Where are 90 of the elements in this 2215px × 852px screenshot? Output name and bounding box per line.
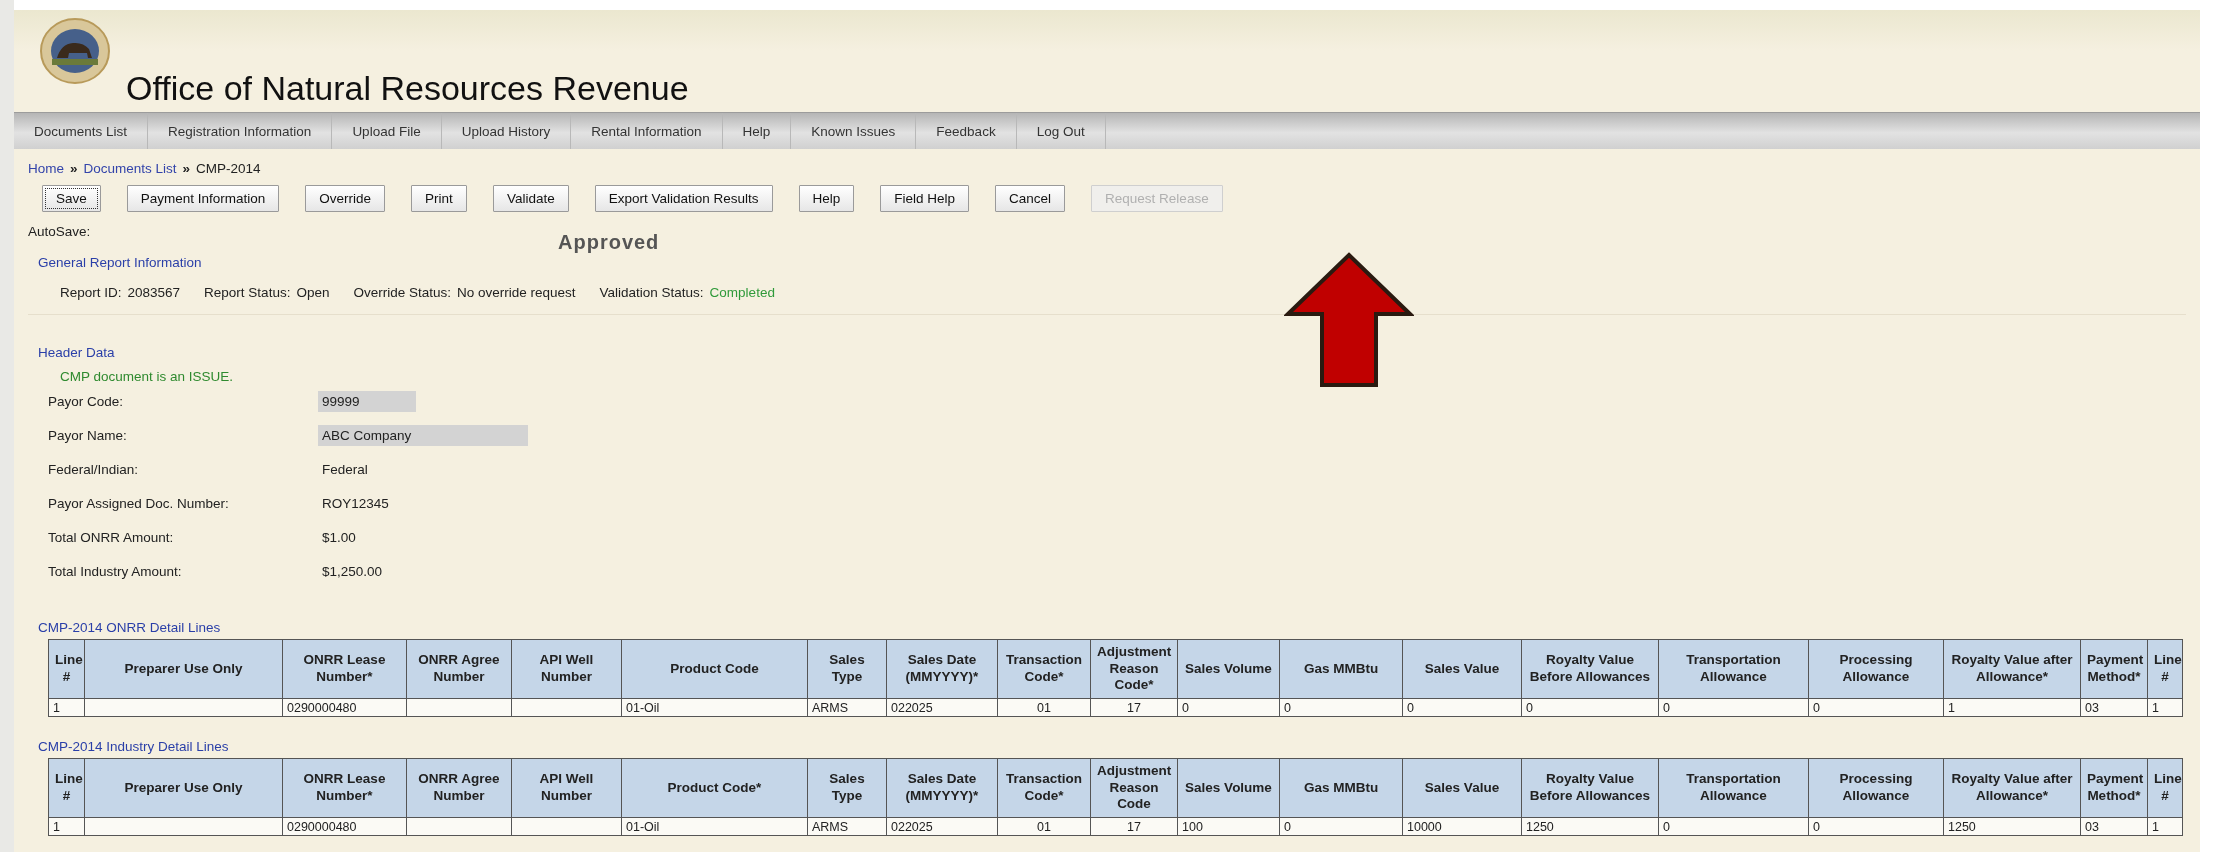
autosave-label: AutoSave:: [28, 224, 92, 239]
section-title: General Report Information: [38, 255, 203, 270]
approved-label: Approved: [558, 231, 660, 254]
column-header: Payment Method*: [2080, 758, 2148, 818]
field-value: ABC Company: [318, 424, 528, 446]
table-title: CMP-2014 Industry Detail Lines: [38, 739, 230, 754]
column-header: ONRR Lease Number*: [282, 758, 407, 818]
nav-tab[interactable]: Help: [722, 113, 792, 149]
column-header: Line #: [48, 758, 85, 818]
column-header: ONRR Agree Number: [406, 758, 512, 818]
toolbar-button[interactable]: Save: [42, 185, 101, 212]
column-header: Product Code: [621, 639, 808, 699]
nav-tab[interactable]: Upload File: [332, 113, 442, 149]
field-value: $1,250.00: [321, 562, 384, 581]
field-value: $1.00: [321, 528, 357, 547]
column-header: Royalty Value after Allowance*: [1943, 758, 2081, 818]
field-label: Total Industry Amount:: [48, 563, 183, 579]
column-header: Sales Date (MMYYYY)*: [886, 758, 998, 818]
toolbar-button[interactable]: Cancel: [995, 185, 1066, 212]
status-label: Override Status:: [353, 285, 451, 300]
field-value: 99999: [318, 390, 416, 412]
field-label: Total ONRR Amount:: [48, 529, 175, 545]
toolbar-button[interactable]: Validate: [492, 185, 569, 212]
breadcrumb-separator: »: [182, 161, 191, 176]
field-label: Payor Code:: [48, 393, 125, 409]
field-value: Federal: [321, 460, 369, 479]
nav-tab[interactable]: Log Out: [1016, 113, 1106, 149]
column-header: Line #: [48, 639, 85, 699]
column-header: API Well Number: [511, 639, 622, 699]
status-label: Report Status:: [204, 285, 291, 300]
toolbar-button[interactable]: Export Validation Results: [594, 185, 773, 212]
column-header: ONRR Lease Number*: [282, 639, 407, 699]
nav-tab[interactable]: Feedback: [916, 113, 1017, 149]
column-header: Sales Value: [1402, 758, 1522, 818]
status-label: Report ID:: [60, 285, 122, 300]
breadcrumb-link[interactable]: Home: [28, 161, 64, 176]
toolbar-button[interactable]: Print: [411, 185, 467, 212]
column-header: Gas MMBtu: [1279, 758, 1403, 818]
seal-icon: [40, 18, 110, 84]
column-header: Sales Date (MMYYYY)*: [886, 639, 998, 699]
column-header: Processing Allowance: [1808, 639, 1944, 699]
column-header: Sales Value: [1402, 639, 1522, 699]
column-header: Sales Type: [807, 639, 887, 699]
status-value: Completed: [709, 285, 775, 300]
column-header: Gas MMBtu: [1279, 639, 1403, 699]
column-header: Product Code*: [621, 758, 808, 818]
toolbar-button[interactable]: Help: [798, 185, 855, 212]
status-label: Validation Status:: [599, 285, 704, 300]
column-header: Line #: [2147, 758, 2183, 818]
column-header: Sales Volume: [1177, 758, 1280, 818]
status-value: Open: [296, 285, 330, 300]
page-title: Office of Natural Resources Revenue: [126, 69, 689, 108]
field-label: Federal/Indian:: [48, 461, 140, 477]
column-header: Transportation Allowance: [1658, 758, 1809, 818]
column-header: Royalty Value Before Allowances: [1521, 639, 1659, 699]
breadcrumb-current: CMP-2014: [196, 161, 261, 176]
breadcrumb-link[interactable]: Documents List: [83, 161, 177, 176]
breadcrumb-separator: »: [70, 161, 78, 176]
nav-tab[interactable]: Known Issues: [791, 113, 917, 149]
column-header: ONRR Agree Number: [406, 639, 512, 699]
column-header: Sales Type: [807, 758, 887, 818]
nav-tab[interactable]: Documents List: [14, 113, 149, 149]
column-header: Transaction Code*: [997, 758, 1091, 818]
column-header: Preparer Use Only: [84, 639, 283, 699]
column-header: Transaction Code*: [997, 639, 1091, 699]
field-label: Payor Name:: [48, 427, 128, 443]
table-title: CMP-2014 ONRR Detail Lines: [38, 620, 222, 635]
column-header: Royalty Value Before Allowances: [1521, 758, 1659, 818]
status-value: 2083567: [127, 285, 181, 300]
issue-message: CMP document is an ISSUE.: [60, 369, 235, 384]
field-value: ROY12345: [321, 494, 390, 513]
column-header: API Well Number: [511, 758, 622, 818]
nav-tab[interactable]: Rental Information: [571, 113, 723, 149]
column-header: Adjustment Reason Code*: [1090, 639, 1178, 699]
column-header: Line #: [2147, 639, 2183, 699]
column-header: Royalty Value after Allowance*: [1943, 639, 2081, 699]
toolbar-button[interactable]: Payment Information: [126, 185, 280, 212]
field-label: Payor Assigned Doc. Number:: [48, 495, 230, 511]
column-header: Preparer Use Only: [84, 758, 283, 818]
column-header: Transportation Allowance: [1658, 639, 1809, 699]
status-value: No override request: [456, 285, 576, 300]
nav-tab[interactable]: Registration Information: [148, 113, 333, 149]
section-title: Header Data: [38, 345, 116, 360]
column-header: Processing Allowance: [1808, 758, 1944, 818]
column-header: Payment Method*: [2080, 639, 2148, 699]
column-header: Adjustment Reason Code: [1090, 758, 1178, 818]
nav-tab[interactable]: Upload History: [441, 113, 572, 149]
toolbar-button[interactable]: Override: [305, 185, 386, 212]
column-header: Sales Volume: [1177, 639, 1280, 699]
toolbar-button[interactable]: Field Help: [880, 185, 970, 212]
